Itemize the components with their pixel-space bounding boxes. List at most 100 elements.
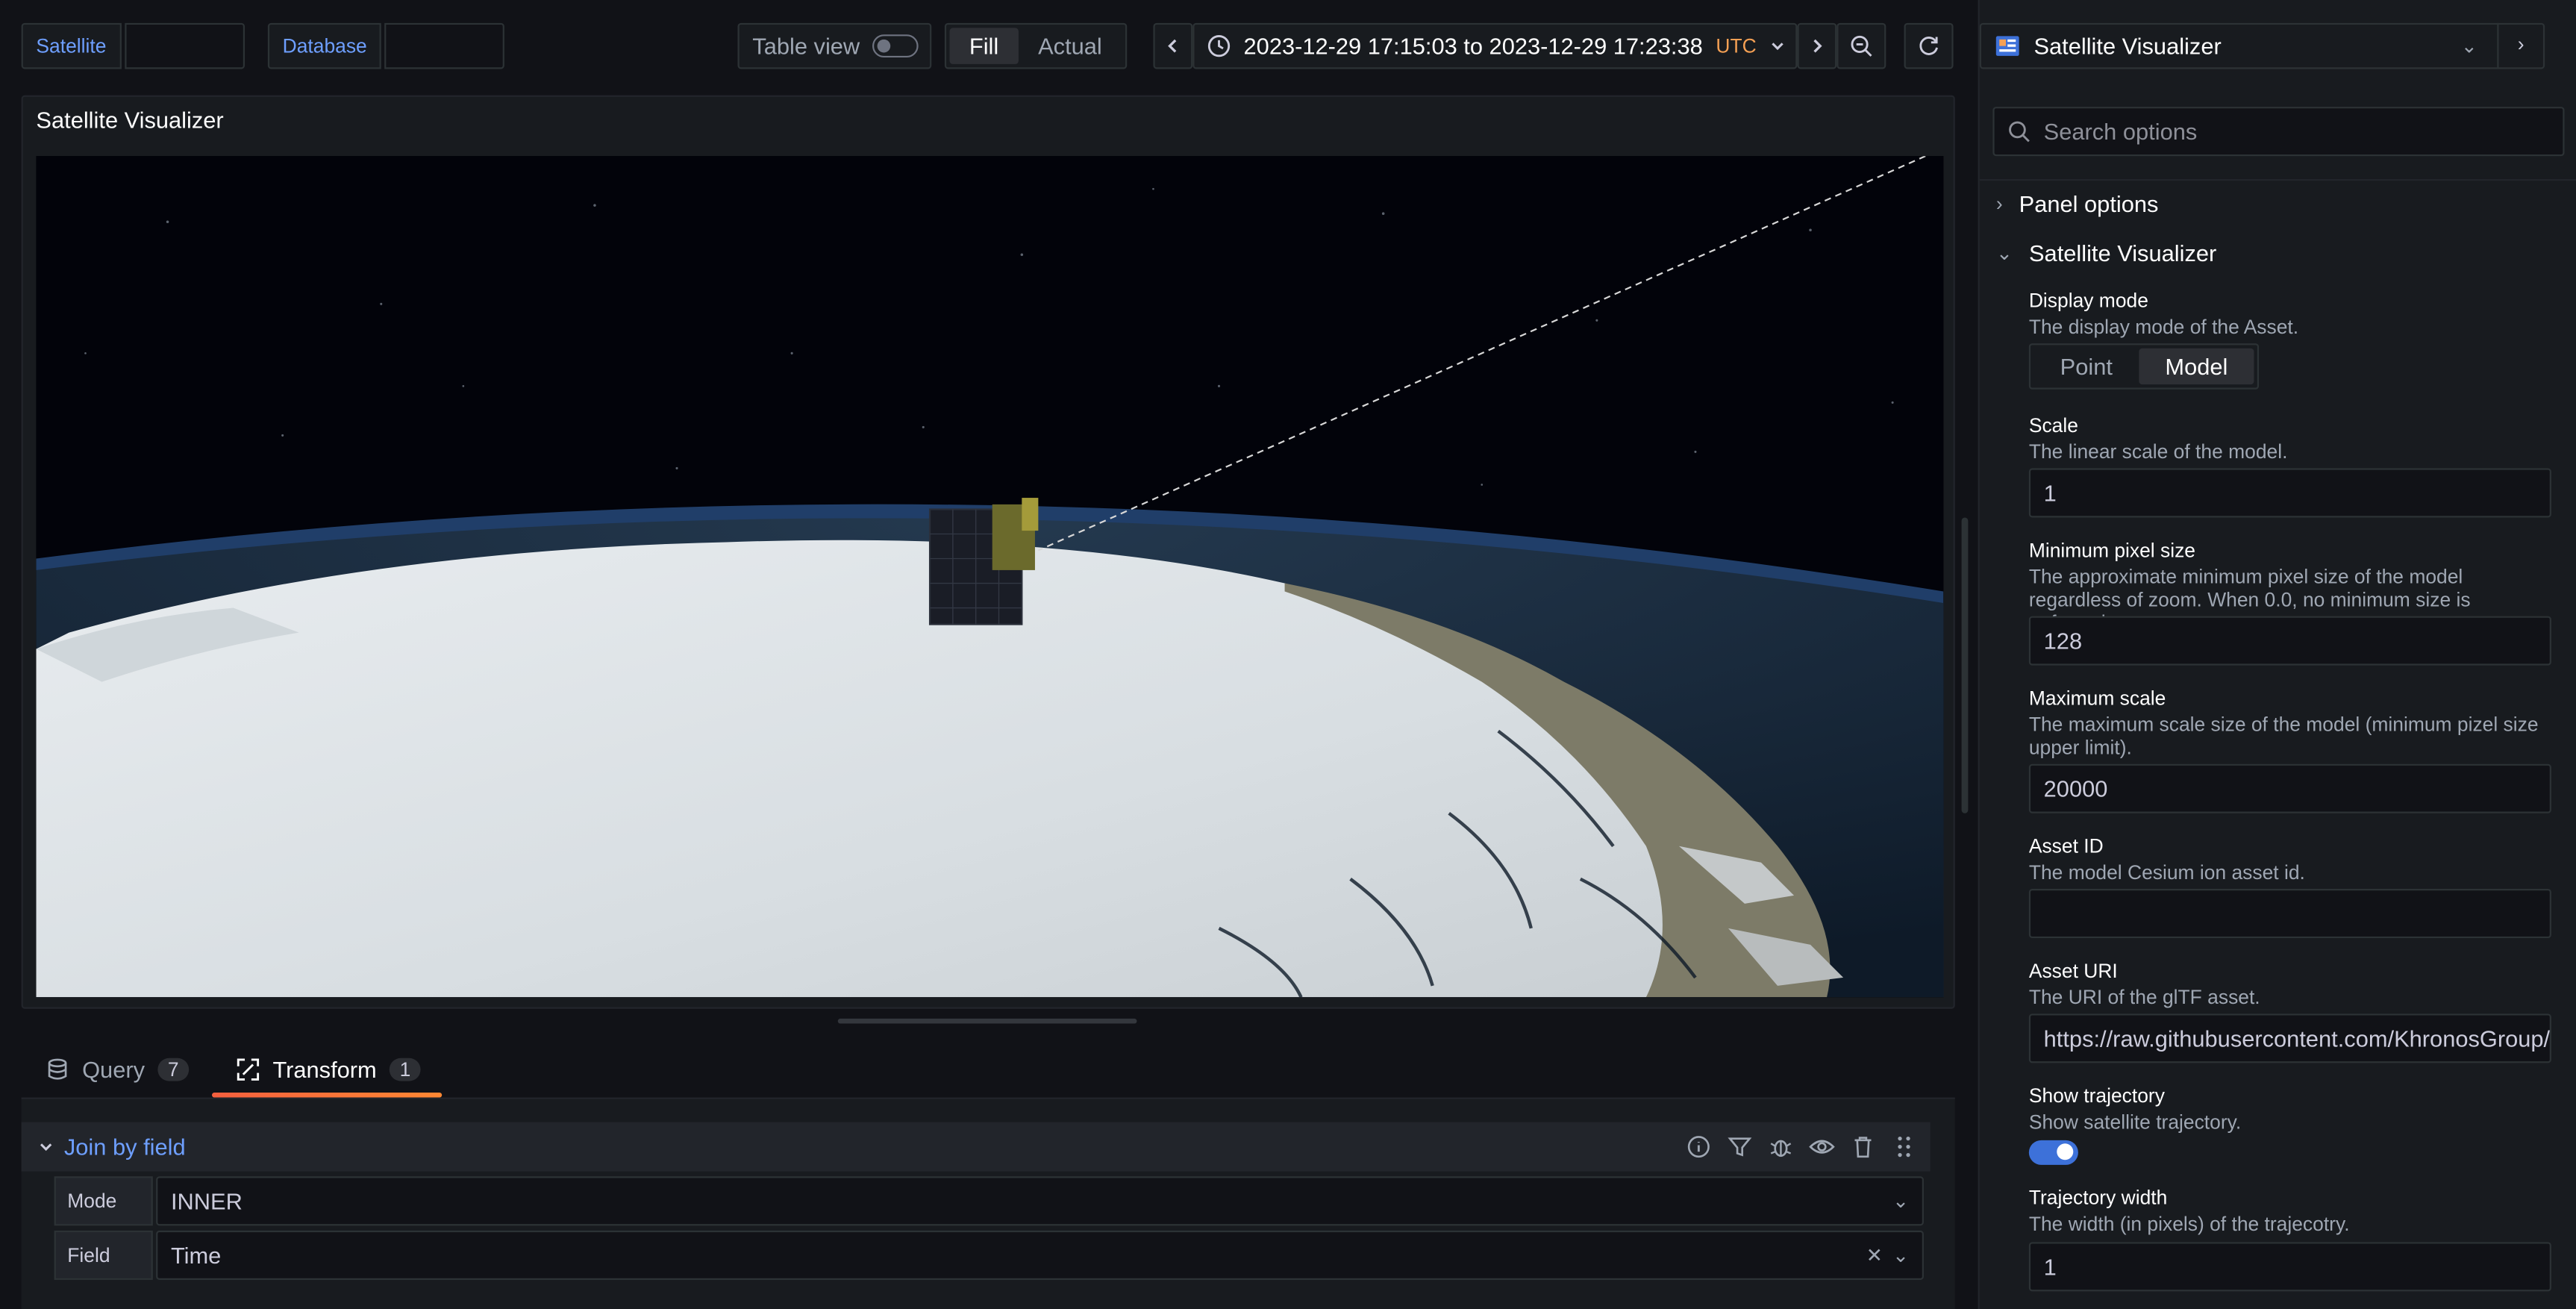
panel-resize-handle[interactable] [837,1018,1137,1024]
section-satellite-visualizer[interactable]: ⌄ Satellite Visualizer [1996,240,2216,266]
zoom-out-button[interactable] [1836,22,1886,69]
field-row: Field Time ✕ ⌄ [54,1230,1924,1280]
display-mode-label: Display mode [2028,289,2148,313]
show-trajectory-option: Show trajectory Show satellite trajector… [2029,1084,2551,1134]
scale-desc: The linear scale of the model. [2028,440,2288,463]
database-variable-select[interactable] [384,22,504,69]
show-trajectory-desc: Show satellite trajectory. [2028,1110,2242,1134]
mode-select[interactable]: INNER ⌄ [156,1176,1924,1226]
asset-uri-desc: The URI of the glTF asset. [2028,985,2260,1009]
dashboard-toolbar: Satellite Database Table view Fill Actua… [0,0,1968,93]
timezone-label: UTC [1716,34,1757,58]
trajectory-width-option: Trajectory width The width (in pixels) o… [2029,1186,2551,1235]
field-value: Time [170,1242,222,1269]
table-view-switch[interactable] [872,34,919,58]
visualization-name: Satellite Visualizer [2033,33,2222,60]
globe-scene-image [36,156,1944,998]
chevron-down-icon: ⌄ [1892,1243,1910,1267]
max-scale-input[interactable]: 20000 [2028,763,2551,813]
scale-option: Scale The linear scale of the model. [2029,414,2551,463]
trash-icon[interactable] [1850,1134,1876,1160]
show-trajectory-label: Show trajectory [2028,1084,2165,1108]
eye-icon[interactable] [1809,1134,1835,1160]
time-back-button[interactable] [1153,22,1193,69]
section-satellite-visualizer-label: Satellite Visualizer [2028,240,2217,266]
min-pixel-input[interactable]: 128 [2028,616,2551,666]
trajectory-width-input[interactable]: 1 [2028,1242,2551,1292]
divider [1979,178,2576,181]
filter-icon[interactable] [1727,1134,1753,1160]
variable-label-database: Database [267,22,382,69]
display-mode-option: Display mode The display mode of the Ass… [2029,289,2551,338]
search-icon [2009,121,2030,143]
database-icon [48,1058,67,1080]
main-scrollbar[interactable] [1961,517,1969,813]
cesium-globe-viewport[interactable] [36,156,1944,998]
clear-icon[interactable]: ✕ [1866,1232,1883,1278]
display-mode-desc: The display mode of the Asset. [2028,315,2299,339]
tab-query[interactable]: Query 7 [46,1042,189,1098]
mode-value: INNER [170,1187,243,1214]
transform-editor: Join by field Mode INNER ⌄ Field Time ✕ [21,1097,1955,1309]
time-range-picker[interactable]: 2023-12-29 17:15:03 to 2023-12-29 17:23:… [1192,22,1798,69]
asset-id-input[interactable] [2028,889,2551,939]
chevron-down-icon [1772,43,1783,51]
show-trajectory-toggle[interactable] [2028,1140,2078,1165]
editor-tabs: Query 7 Transform 1 [22,1042,1955,1098]
transform-name[interactable]: Join by field [64,1134,186,1160]
asset-uri-input[interactable]: https://raw.githubusercontent.com/Khrono… [2028,1013,2551,1063]
chevron-down-icon: ⌄ [1892,1189,1910,1213]
visualization-picker[interactable]: Satellite Visualizer ⌄ › [1979,22,2545,69]
search-placeholder: Search options [2043,118,2198,145]
search-options-input[interactable]: Search options [1992,107,2565,157]
chevron-right-icon [1813,39,1822,53]
asset-id-desc: The model Cesium ion asset id. [2028,860,2305,884]
zoom-out-icon [1851,35,1872,57]
chevron-down-icon: ⌄ [2460,34,2477,58]
max-scale-option: Maximum scale The maximum scale size of … [2029,687,2551,759]
fill-actual-radio: Fill Actual [944,22,1127,69]
tab-transform-label: Transform [272,1056,377,1083]
satellite-variable-select[interactable] [125,22,246,69]
satellite-panel: Satellite Visualizer [21,95,1955,1009]
scale-input[interactable]: 1 [2028,468,2551,518]
table-view-label: Table view [752,33,860,60]
drag-handle-icon[interactable] [1891,1134,1917,1160]
refresh-button[interactable] [1904,22,1954,69]
panel-title: Satellite Visualizer [36,107,224,134]
max-scale-label: Maximum scale [2028,687,2166,710]
info-icon[interactable] [1686,1134,1712,1160]
chevron-down-icon: ⌄ [1995,241,2013,265]
actual-option[interactable]: Actual [1019,28,1122,63]
satellite-model [928,498,1039,625]
visualization-icon [1995,36,2019,56]
min-pixel-label: Minimum pixel size [2028,539,2195,562]
field-select[interactable]: Time ✕ ⌄ [156,1230,1924,1280]
transform-header[interactable]: Join by field [21,1122,1931,1172]
tab-transform[interactable]: Transform 1 [211,1042,443,1098]
trajectory-width-desc: The width (in pixels) of the trajecotry. [2028,1212,2350,1236]
collapse-pane-button[interactable]: › [2497,22,2543,69]
field-label: Field [54,1230,153,1280]
fill-option[interactable]: Fill [949,28,1019,64]
section-panel-options-label: Panel options [2019,190,2159,217]
debug-icon[interactable] [1768,1134,1794,1160]
tab-transform-count: 1 [390,1057,421,1081]
time-forward-button[interactable] [1797,22,1837,69]
asset-id-label: Asset ID [2028,834,2104,858]
chevron-right-icon: › [1995,192,2003,216]
display-mode-point[interactable]: Point [2033,349,2139,384]
scale-label: Scale [2028,413,2078,437]
table-view-toggle[interactable]: Table view [737,22,932,69]
mode-label: Mode [54,1176,153,1226]
trajectory-width-label: Trajectory width [2028,1186,2168,1210]
options-pane: Satellite Visualizer ⌄ › Search options … [1978,0,2576,1309]
transform-icon [237,1058,260,1081]
display-mode-model[interactable]: Model [2139,348,2254,385]
time-range-text: 2023-12-29 17:15:03 to 2023-12-29 17:23:… [1243,33,1703,60]
asset-uri-option: Asset URI The URI of the glTF asset. [2029,960,2551,1009]
refresh-icon [1919,37,1938,55]
chevron-down-icon[interactable] [38,1139,54,1155]
clock-icon [1207,35,1231,57]
section-panel-options[interactable]: › Panel options [1996,190,2159,216]
